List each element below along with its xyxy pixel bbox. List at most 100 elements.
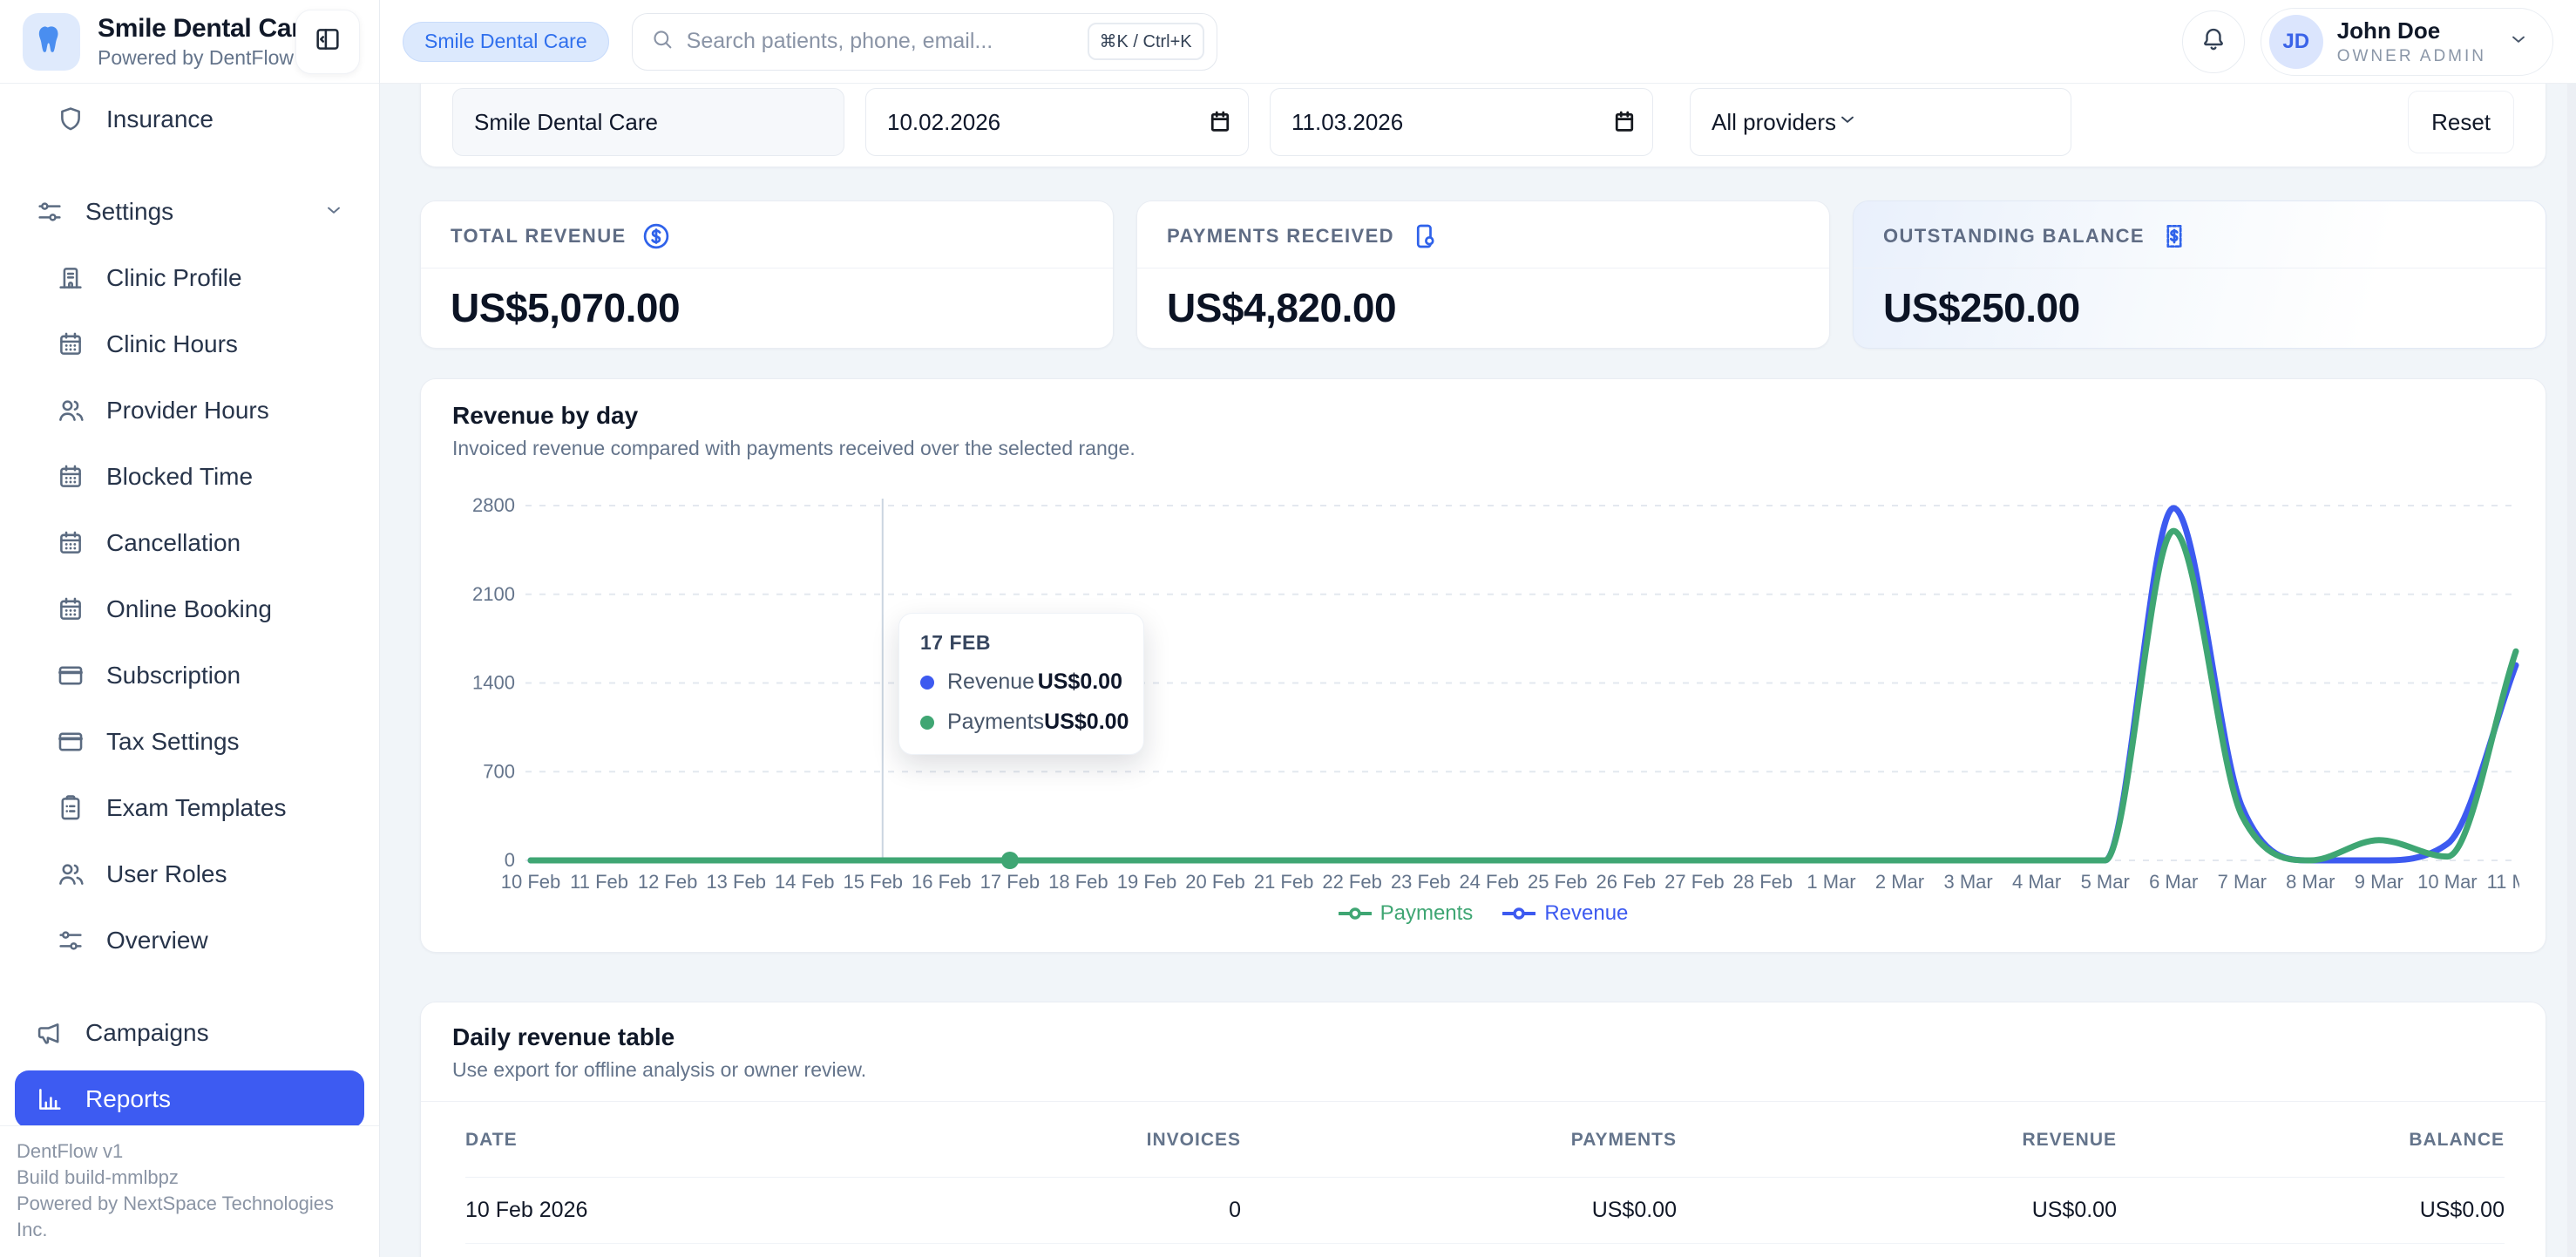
table-cell: US$0.00 xyxy=(1241,1244,1677,1257)
svg-text:28 Feb: 28 Feb xyxy=(1733,871,1793,893)
sidebar-item-cancellation[interactable]: Cancellation xyxy=(15,514,364,572)
svg-text:14 Feb: 14 Feb xyxy=(775,871,835,893)
sidebar-item-label: Blocked Time xyxy=(106,463,253,491)
sidebar-item-provider-hours[interactable]: Provider Hours xyxy=(15,382,364,439)
column-header-balance: BALANCE xyxy=(2117,1102,2505,1178)
reset-filters-button[interactable]: Reset xyxy=(2408,91,2514,153)
bar-chart-icon xyxy=(35,1084,64,1114)
svg-text:8 Mar: 8 Mar xyxy=(2286,871,2335,893)
clinic-filter-input[interactable] xyxy=(452,88,844,156)
chart-area[interactable]: 070014002100280010 Feb11 Feb12 Feb13 Feb… xyxy=(452,483,2514,894)
user-name: John Doe xyxy=(2337,17,2486,44)
legend-item-payments[interactable]: Payments xyxy=(1339,901,1474,926)
sidebar-gap xyxy=(0,157,379,183)
svg-text:24 Feb: 24 Feb xyxy=(1459,871,1519,893)
sidebar-item-clinic-hours[interactable]: Clinic Hours xyxy=(15,316,364,373)
bell-icon xyxy=(2200,25,2227,58)
column-header-payments: PAYMENTS xyxy=(1241,1102,1677,1178)
sidebar-item-insurance[interactable]: Insurance xyxy=(15,91,364,148)
table-cell: 10 Feb 2026 xyxy=(465,1178,919,1244)
sidebar-collapse-button[interactable] xyxy=(295,10,360,74)
shield-icon xyxy=(56,105,85,134)
stat-label: OUTSTANDING BALANCE xyxy=(1883,225,2145,248)
sidebar-item-blocked-time[interactable]: Blocked Time xyxy=(15,448,364,506)
tooltip-series-value: US$0.00 xyxy=(1038,669,1122,695)
sidebar-item-label: Tax Settings xyxy=(106,728,240,756)
sidebar-item-label: Clinic Profile xyxy=(106,264,242,292)
stat-card-payments-received: PAYMENTS RECEIVED US$4,820.00 xyxy=(1136,200,1830,349)
sidebar-gap xyxy=(0,978,379,1004)
table-cell: 11 Feb 2026 xyxy=(465,1244,919,1257)
sidebar-item-reports[interactable]: Reports xyxy=(15,1070,364,1125)
table-cell: 0 xyxy=(919,1244,1241,1257)
svg-text:26 Feb: 26 Feb xyxy=(1596,871,1657,893)
page-scrollbar[interactable] xyxy=(2567,84,2576,1257)
sidebar-item-clinic-profile[interactable]: Clinic Profile xyxy=(15,249,364,307)
credit-card-icon xyxy=(56,661,85,690)
sidebar-nav: Insurance Settings Clinic Profile Clinic Ho… xyxy=(0,84,379,1125)
revenue-line-chart: 070014002100280010 Feb11 Feb12 Feb13 Feb… xyxy=(452,483,2519,894)
date-to-input[interactable] xyxy=(1270,88,1653,156)
legend-label: Payments xyxy=(1380,901,1474,926)
calendar-icon xyxy=(56,462,85,492)
sidebar-item-overview[interactable]: Overview xyxy=(15,912,364,969)
tooltip-row: PaymentsUS$0.00 xyxy=(920,710,1122,735)
tooltip-series-value: US$0.00 xyxy=(1044,710,1129,735)
svg-text:19 Feb: 19 Feb xyxy=(1117,871,1177,893)
clipboard-icon xyxy=(56,793,85,823)
table-row: 10 Feb 20260US$0.00US$0.00US$0.00 xyxy=(465,1178,2505,1244)
svg-text:5 Mar: 5 Mar xyxy=(2081,871,2130,893)
search-input[interactable] xyxy=(687,29,1088,54)
global-search[interactable]: ⌘K / Ctrl+K xyxy=(632,13,1217,71)
provider-select-value: All providers xyxy=(1712,109,1836,136)
legend-item-revenue[interactable]: Revenue xyxy=(1502,901,1628,926)
sidebar-item-user-roles[interactable]: User Roles xyxy=(15,846,364,903)
sidebar-item-label: Exam Templates xyxy=(106,794,286,822)
sidebar-item-subscription[interactable]: Subscription xyxy=(15,647,364,704)
notifications-button[interactable] xyxy=(2182,10,2245,73)
table-subtitle: Use export for offline analysis or owner… xyxy=(452,1058,2514,1082)
svg-text:21 Feb: 21 Feb xyxy=(1254,871,1314,893)
user-menu[interactable]: JD John Doe OWNER ADMIN xyxy=(2261,8,2553,76)
svg-text:16 Feb: 16 Feb xyxy=(912,871,972,893)
sidebar-item-label: Campaigns xyxy=(85,1019,209,1047)
sidebar-item-campaigns[interactable]: Campaigns xyxy=(15,1004,364,1062)
date-to-wrap xyxy=(1270,88,1653,156)
panel-collapse-icon xyxy=(313,24,342,58)
sidebar-item-exam-templates[interactable]: Exam Templates xyxy=(15,779,364,837)
main-content: All providers Reset TOTAL REVENUE US$5,0… xyxy=(380,84,2576,1257)
clinic-badge: Smile Dental Care xyxy=(403,22,609,62)
calendar-icon xyxy=(56,330,85,359)
svg-text:27 Feb: 27 Feb xyxy=(1664,871,1725,893)
table-cell: US$0.00 xyxy=(2117,1178,2505,1244)
sidebar-item-settings[interactable]: Settings xyxy=(15,183,364,241)
svg-text:20 Feb: 20 Feb xyxy=(1185,871,1245,893)
table-cell: 0 xyxy=(919,1178,1241,1244)
sidebar-item-online-booking[interactable]: Online Booking xyxy=(15,581,364,638)
series-dot-icon xyxy=(920,716,934,730)
chevron-down-icon xyxy=(322,199,345,226)
stat-card-outstanding-balance: OUTSTANDING BALANCE US$250.00 xyxy=(1853,200,2546,349)
app-vendor: Powered by NextSpace Technologies Inc. xyxy=(17,1191,362,1243)
date-from-wrap xyxy=(865,88,1249,156)
dollar-circle-icon xyxy=(641,221,672,252)
stats-row: TOTAL REVENUE US$5,070.00 PAYMENTS RECEI… xyxy=(420,200,2546,349)
table-row: 11 Feb 20260US$0.00US$0.00US$0.00 xyxy=(465,1244,2505,1257)
svg-text:25 Feb: 25 Feb xyxy=(1528,871,1588,893)
table-title: Daily revenue table xyxy=(452,1023,2514,1051)
sidebar-item-tax-settings[interactable]: Tax Settings xyxy=(15,713,364,771)
svg-text:4 Mar: 4 Mar xyxy=(2012,871,2061,893)
sliders-icon xyxy=(35,197,64,227)
user-role: OWNER ADMIN xyxy=(2337,47,2486,66)
calendar-icon xyxy=(56,595,85,624)
provider-select[interactable]: All providers xyxy=(1690,88,2071,156)
svg-text:7 Mar: 7 Mar xyxy=(2218,871,2267,893)
svg-text:0: 0 xyxy=(505,849,515,871)
svg-text:10 Mar: 10 Mar xyxy=(2417,871,2477,893)
svg-text:10 Feb: 10 Feb xyxy=(501,871,561,893)
stat-card-total-revenue: TOTAL REVENUE US$5,070.00 xyxy=(420,200,1114,349)
building-icon xyxy=(56,263,85,293)
sidebar-item-label: User Roles xyxy=(106,860,227,888)
date-from-input[interactable] xyxy=(865,88,1249,156)
chart-title: Revenue by day xyxy=(452,402,2514,430)
